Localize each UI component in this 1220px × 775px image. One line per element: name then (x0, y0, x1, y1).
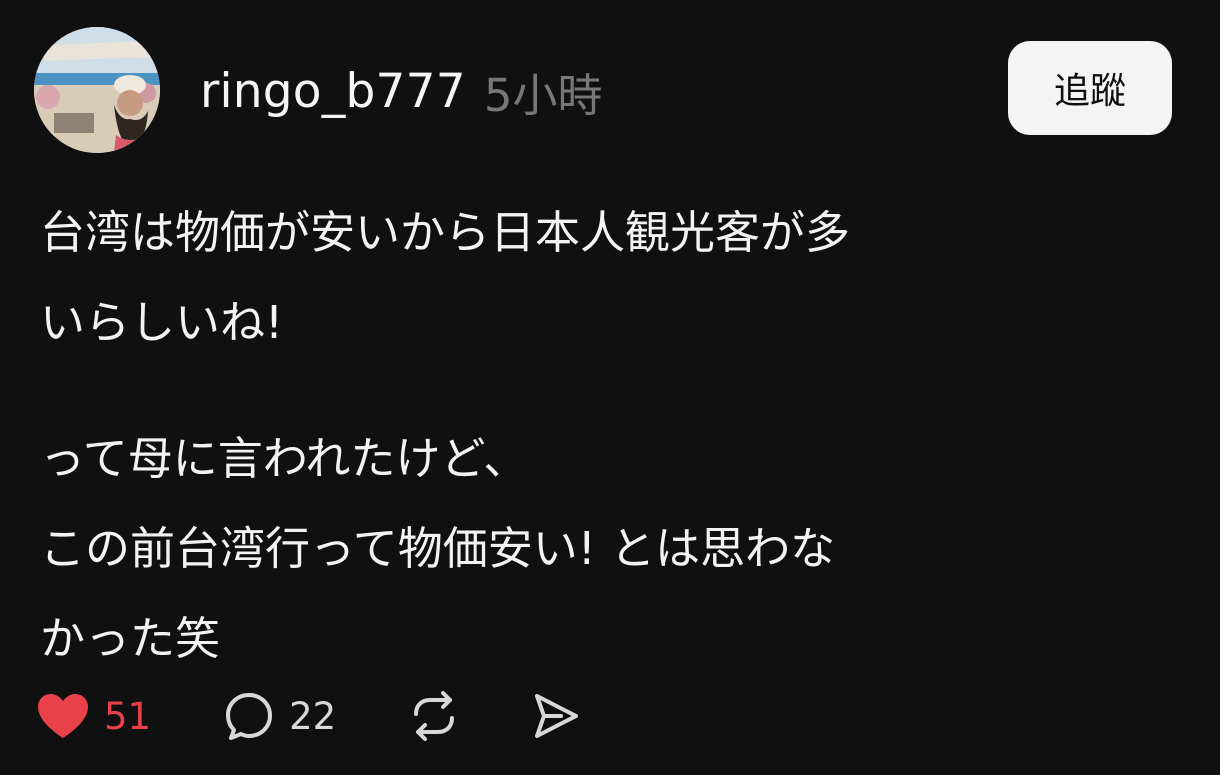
post-timestamp: 5小時 (483, 68, 603, 122)
share-button[interactable] (530, 690, 582, 742)
repost-button[interactable] (408, 690, 460, 742)
like-count: 51 (104, 694, 152, 738)
post-text-line: って母に言われたけど、 (40, 432, 529, 485)
post-text-line: いらしいね! (40, 296, 284, 349)
heart-icon (38, 694, 88, 738)
like-button[interactable]: 51 (36, 692, 151, 740)
avatar[interactable] (34, 27, 160, 153)
follow-button[interactable]: 追蹤 (1008, 41, 1172, 135)
post-text: 台湾は物価が安いから日本人観光客が多 いらしいね! って母に言われたけど、 この… (40, 188, 1140, 684)
repost-icon (414, 691, 455, 741)
post-actions: 51 22 (36, 688, 582, 744)
comment-icon (226, 693, 273, 740)
username[interactable]: ringo_b777 (200, 64, 466, 119)
post-text-line: 台湾は物価が安いから日本人観光客が多 (40, 206, 851, 259)
post-paragraph: って母に言われたけど、 この前台湾行って物価安い! とは思わな かった笑 (40, 414, 1140, 684)
send-icon (535, 694, 579, 738)
profile-photo (34, 27, 160, 153)
post-card: ringo_b777 5小時 追蹤 台湾は物価が安いから日本人観光客が多 いらし… (0, 0, 1220, 775)
post-text-line: この前台湾行って物価安い! とは思わな (40, 522, 836, 575)
reply-button[interactable]: 22 (223, 690, 336, 742)
post-text-line: かった笑 (40, 612, 221, 665)
reply-count: 22 (289, 694, 337, 738)
post-header: ringo_b777 5小時 (200, 58, 602, 124)
post-paragraph: 台湾は物価が安いから日本人観光客が多 いらしいね! (40, 188, 1140, 368)
